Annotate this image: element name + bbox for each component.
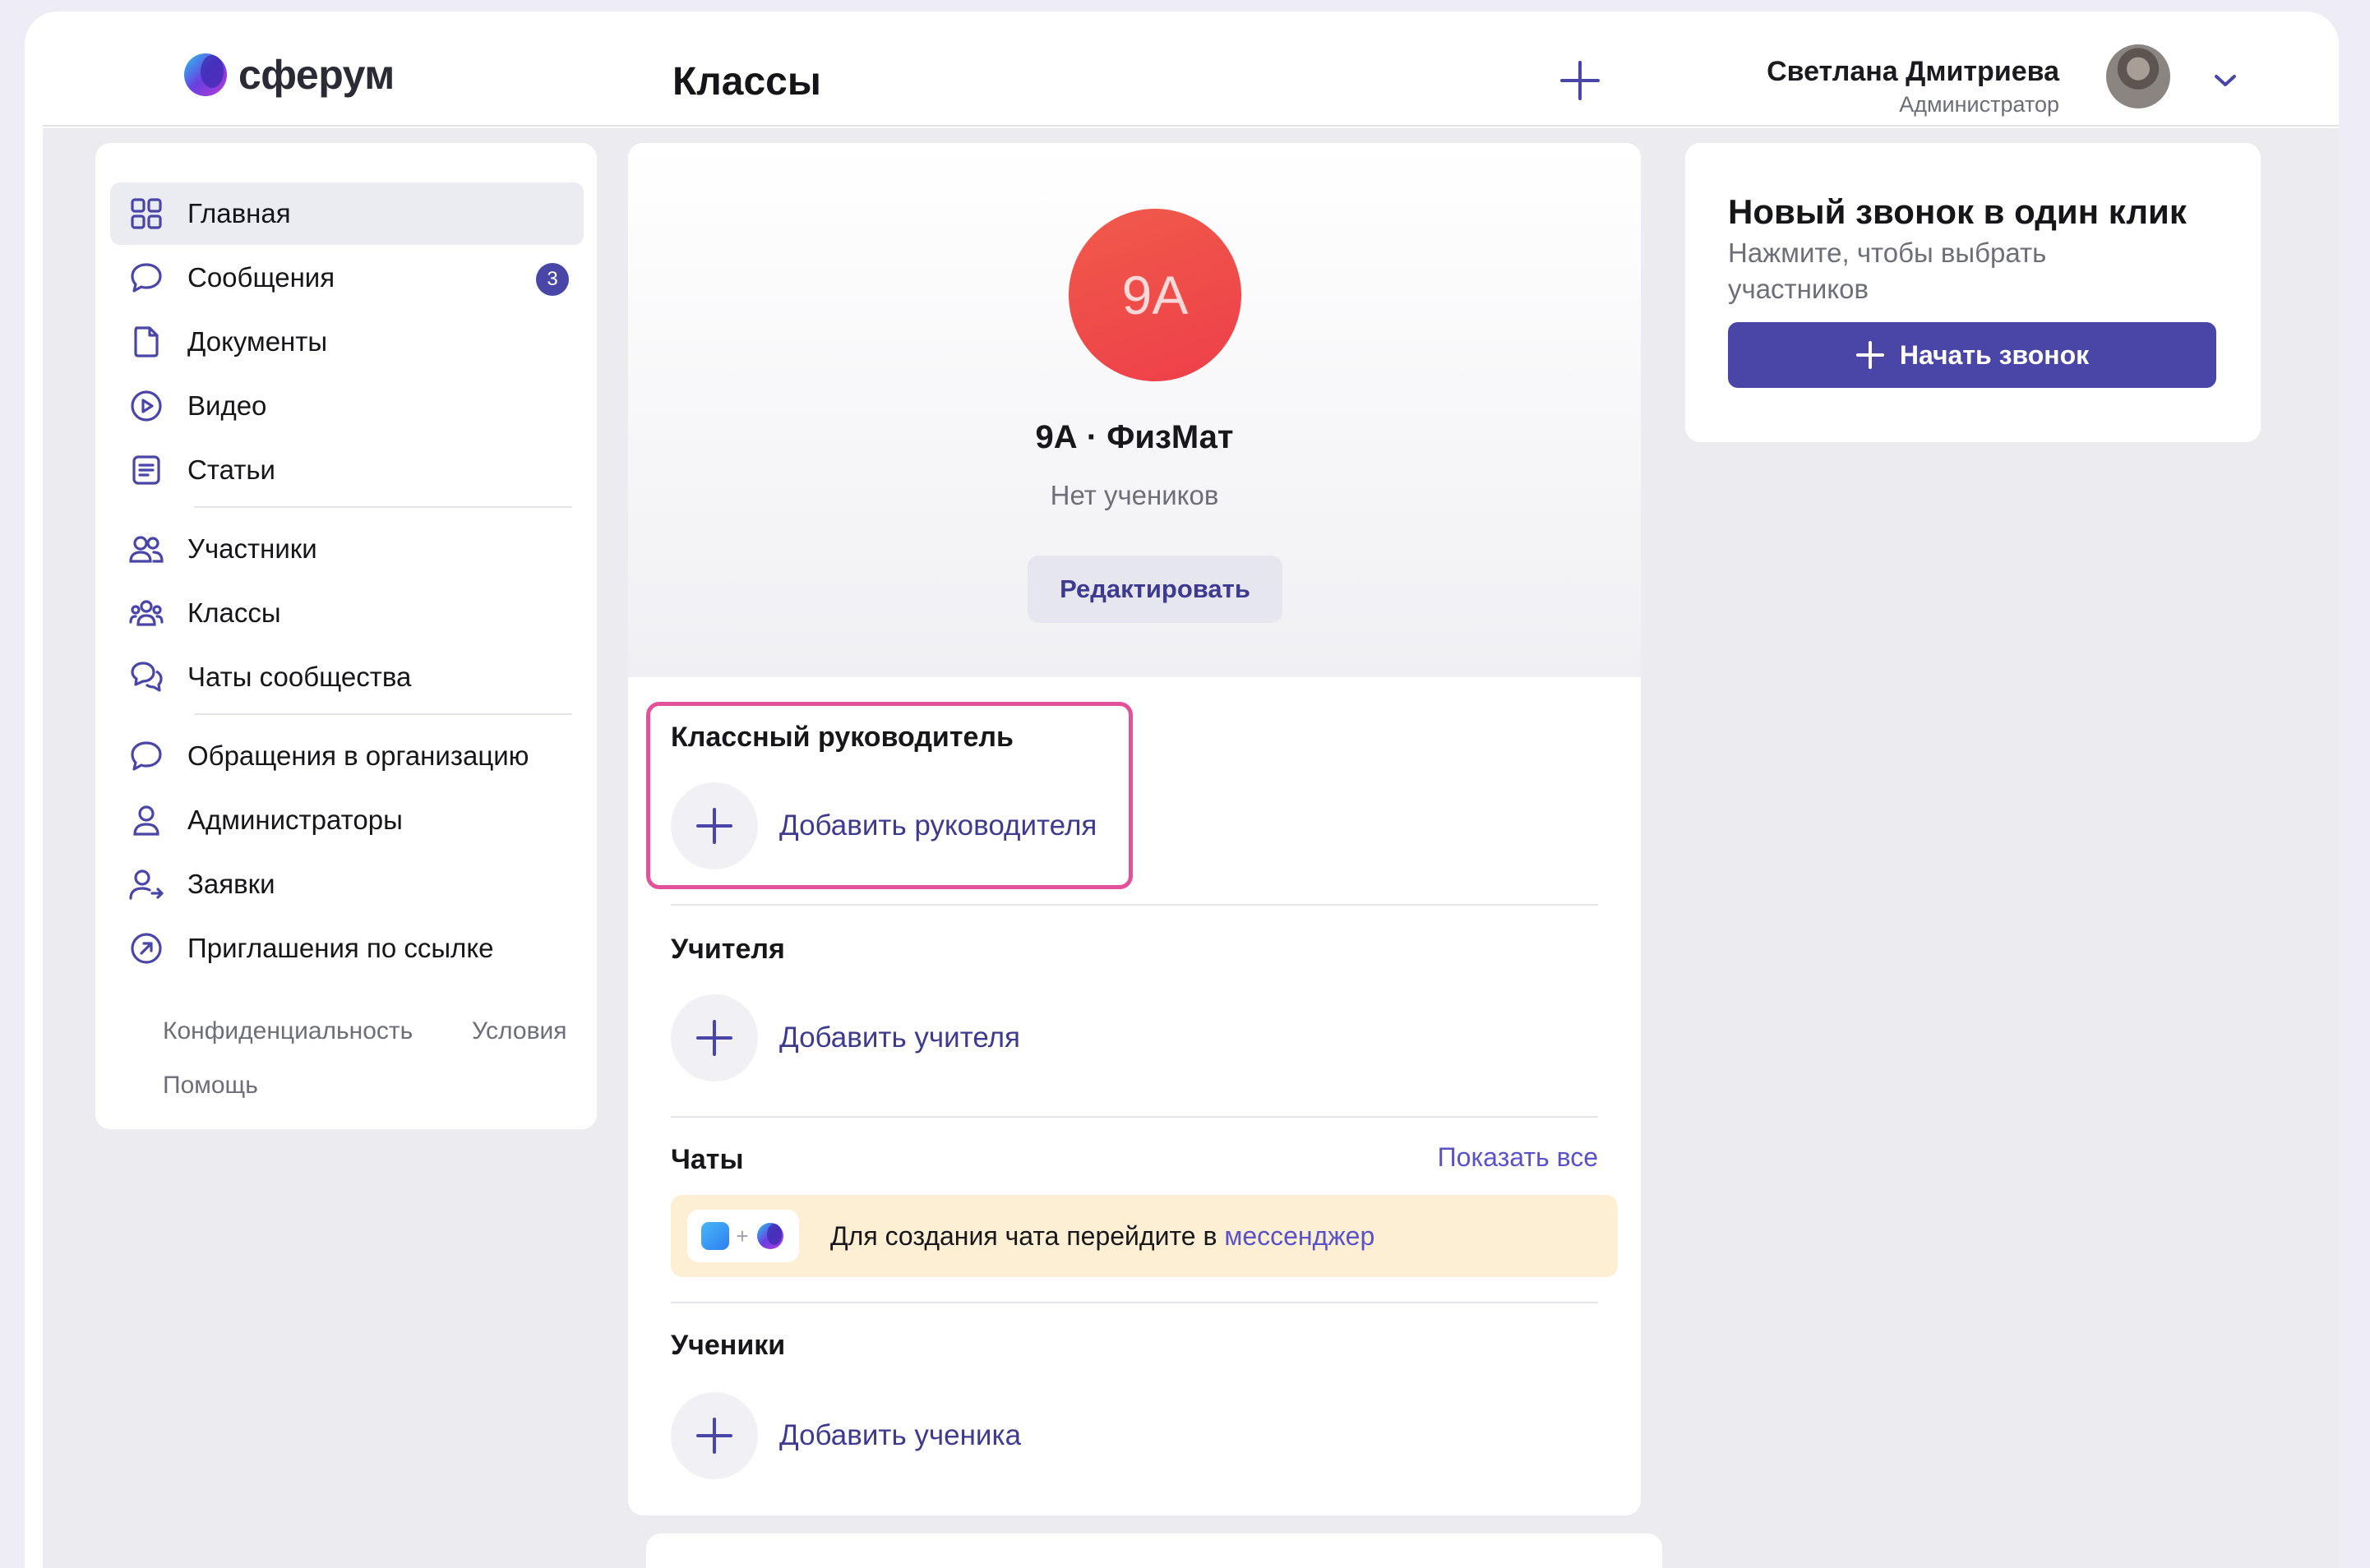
users-icon	[129, 536, 164, 563]
sidebar-item-label: Администраторы	[187, 805, 403, 835]
plus-icon	[1855, 341, 1884, 369]
add-label: Добавить учителя	[779, 1022, 1021, 1054]
sidebar-item-label: Статьи	[187, 454, 275, 485]
chevron-down-icon[interactable]	[2213, 72, 2238, 89]
section-divider	[671, 904, 1598, 906]
sidebar-item-invite-links[interactable]: Приглашения по ссылке	[110, 917, 584, 980]
sidebar-item-members[interactable]: Участники	[110, 518, 584, 580]
chats-icon	[131, 662, 163, 692]
app-logo[interactable]: сферум	[182, 51, 395, 99]
sidebar: Главная Сообщения 3 Документы Видео Стат…	[95, 143, 597, 1129]
add-student-button[interactable]: Добавить ученика	[671, 1392, 1021, 1479]
banner-text: Для создания чата перейдите в мессенджер	[830, 1221, 1374, 1252]
messenger-app-icon	[701, 1222, 730, 1250]
add-label: Добавить руководителя	[779, 809, 1097, 842]
sidebar-item-admins[interactable]: Администраторы	[110, 789, 584, 851]
sferum-logo-icon	[756, 1223, 783, 1249]
document-icon	[134, 326, 159, 357]
link-arrow-icon	[131, 933, 162, 964]
person-arrow-icon	[129, 869, 164, 900]
create-plus-icon[interactable]	[1557, 58, 1603, 104]
call-card-title: Новый звонок в один клик	[1728, 192, 2187, 231]
add-circle	[671, 1392, 758, 1479]
call-card-subtitle: Нажмите, чтобы выбрать участников	[1728, 238, 2047, 304]
sferum-logo-icon	[184, 53, 227, 96]
next-card-edge	[646, 1533, 1662, 1568]
section-divider	[671, 1116, 1598, 1118]
sidebar-item-appeals[interactable]: Обращения в организацию	[110, 725, 584, 787]
user-avatar[interactable]	[2106, 44, 2170, 108]
sidebar-divider	[194, 713, 572, 715]
sidebar-item-label: Приглашения по ссылке	[187, 933, 494, 963]
start-call-button[interactable]: Начать звонок	[1728, 322, 2216, 388]
sidebar-item-articles[interactable]: Статьи	[110, 439, 584, 501]
sidebar-item-messages[interactable]: Сообщения 3	[110, 247, 584, 309]
sidebar-item-classes[interactable]: Классы	[110, 582, 584, 644]
start-call-label: Начать звонок	[1899, 339, 2090, 370]
add-circle	[671, 782, 758, 869]
class-header: 9А 9А · ФизМат Нет учеников Редактироват…	[628, 143, 1641, 677]
sidebar-item-label: Обращения в организацию	[187, 740, 529, 771]
article-icon	[132, 455, 160, 485]
sidebar-item-label: Документы	[187, 326, 328, 357]
sidebar-divider	[194, 506, 572, 508]
logo-text: сферум	[238, 52, 395, 98]
sidebar-item-community-chats[interactable]: Чаты сообщества	[110, 646, 584, 708]
section-title-teachers: Учителя	[671, 934, 785, 965]
app-icons: +	[687, 1210, 799, 1262]
sidebar-item-label: Классы	[187, 597, 281, 628]
plus-icon	[696, 808, 732, 844]
add-head-teacher-button[interactable]: Добавить руководителя	[671, 782, 1097, 869]
add-label: Добавить ученика	[779, 1419, 1022, 1451]
class-card: 9А 9А · ФизМат Нет учеников Редактироват…	[628, 143, 1641, 1515]
page-title: Классы	[672, 60, 821, 104]
help-link[interactable]: Помощь	[163, 1072, 258, 1100]
sidebar-item-label: Участники	[187, 533, 317, 564]
banner-text-main: Для создания чата перейдите в	[830, 1220, 1225, 1251]
terms-link[interactable]: Условия	[472, 1017, 567, 1045]
class-title: 9А · ФизМат	[1035, 419, 1234, 455]
grid-icon	[131, 198, 162, 229]
quick-call-card: Новый звонок в один клик Нажмите, чтобы …	[1685, 143, 2261, 442]
sidebar-item-label: Главная	[187, 198, 291, 228]
edit-button[interactable]: Редактировать	[1028, 556, 1282, 623]
sidebar-item-documents[interactable]: Документы	[110, 311, 584, 373]
user-role: Администратор	[1899, 92, 2059, 117]
plus-sign: +	[736, 1223, 749, 1248]
messenger-link[interactable]: мессенджер	[1224, 1221, 1374, 1251]
section-title-students: Ученики	[671, 1330, 786, 1361]
messenger-banner: + Для создания чата перейдите в мессендж…	[671, 1195, 1618, 1277]
add-circle	[671, 994, 758, 1081]
top-bar: сферум Классы Светлана Дмитриева Админис…	[43, 12, 2339, 127]
sidebar-item-home[interactable]: Главная	[110, 182, 584, 245]
show-all-link[interactable]: Показать все	[1438, 1142, 1598, 1173]
plus-icon	[696, 1418, 732, 1454]
play-icon	[131, 390, 162, 422]
add-teacher-button[interactable]: Добавить учителя	[671, 994, 1020, 1081]
class-group-icon	[129, 600, 164, 626]
unread-badge: 3	[536, 263, 569, 296]
sidebar-item-label: Заявки	[187, 869, 275, 899]
sidebar-item-label: Сообщения	[187, 262, 335, 293]
chat-bubble-icon	[131, 263, 162, 293]
plus-icon	[696, 1020, 732, 1056]
user-name[interactable]: Светлана Дмитриева	[1767, 56, 2059, 88]
section-title-head-teacher: Классный руководитель	[671, 722, 1014, 753]
sidebar-item-label: Чаты сообщества	[187, 662, 412, 692]
section-title-chats: Чаты	[671, 1144, 744, 1175]
sidebar-item-label: Видео	[187, 390, 267, 421]
sidebar-item-requests[interactable]: Заявки	[110, 853, 584, 915]
section-divider	[671, 1302, 1598, 1303]
privacy-link[interactable]: Конфиденциальность	[163, 1017, 413, 1045]
person-icon	[133, 805, 159, 836]
class-subtitle: Нет учеников	[1050, 480, 1219, 510]
class-avatar: 9А	[1069, 209, 1241, 381]
chat-bubble-icon	[131, 741, 162, 771]
sidebar-item-video[interactable]: Видео	[110, 375, 584, 437]
